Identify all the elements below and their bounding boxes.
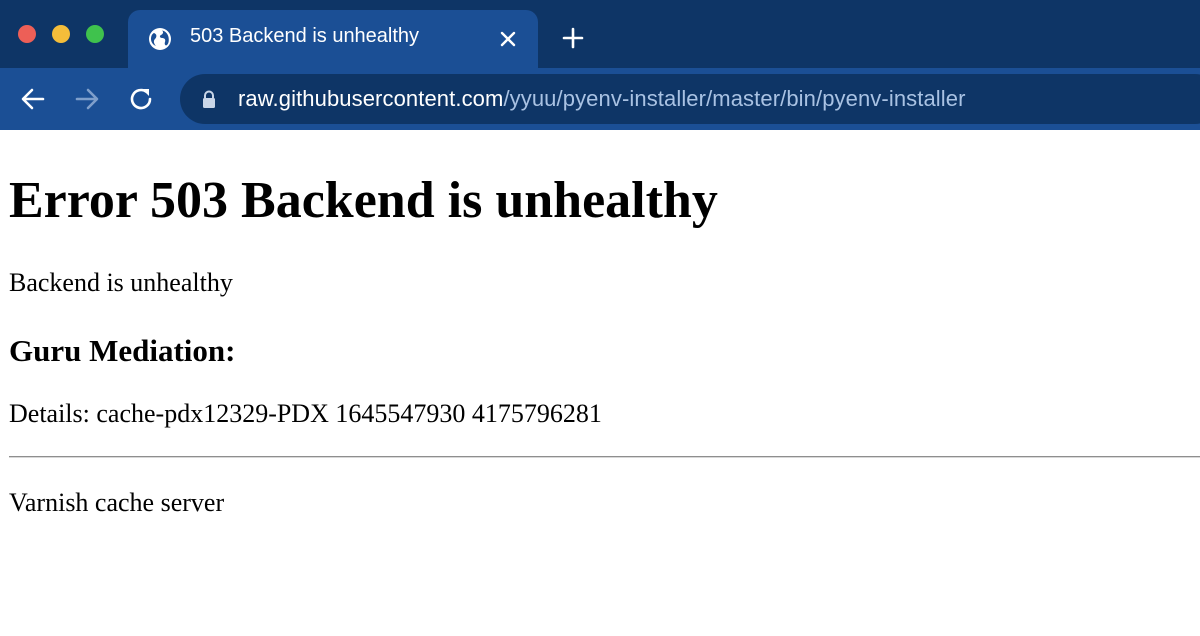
tab-title: 503 Backend is unhealthy xyxy=(190,25,420,47)
plus-icon[interactable] xyxy=(562,27,584,49)
divider xyxy=(9,456,1200,458)
arrow-left-icon[interactable] xyxy=(20,86,46,112)
active-tab[interactable]: 503 Backend is unhealthy xyxy=(128,10,538,68)
window-close-button[interactable] xyxy=(18,25,36,43)
globe-icon xyxy=(149,28,171,50)
lock-icon[interactable] xyxy=(201,90,217,108)
browser-toolbar: raw.githubusercontent.com/yyuu/pyenv-ins… xyxy=(0,68,1200,130)
window-maximize-button[interactable] xyxy=(86,25,104,43)
guru-mediation-heading: Guru Mediation: xyxy=(9,333,236,368)
browser-titlebar: 503 Backend is unhealthy xyxy=(0,0,1200,68)
close-icon[interactable] xyxy=(500,31,516,47)
url-path: /yyuu/pyenv-installer/master/bin/pyenv-i… xyxy=(503,86,966,111)
reload-icon[interactable] xyxy=(128,86,154,112)
error-details: Details: cache-pdx12329-PDX 1645547930 4… xyxy=(9,399,602,428)
page-title: Error 503 Backend is unhealthy xyxy=(9,172,718,229)
arrow-right-icon[interactable] xyxy=(74,86,100,112)
url-host: raw.githubusercontent.com xyxy=(238,86,504,111)
address-bar[interactable]: raw.githubusercontent.com/yyuu/pyenv-ins… xyxy=(180,74,1200,124)
url-text[interactable]: raw.githubusercontent.com/yyuu/pyenv-ins… xyxy=(238,86,966,112)
error-message: Backend is unhealthy xyxy=(9,268,233,297)
window-minimize-button[interactable] xyxy=(52,25,70,43)
server-footer: Varnish cache server xyxy=(9,488,225,517)
